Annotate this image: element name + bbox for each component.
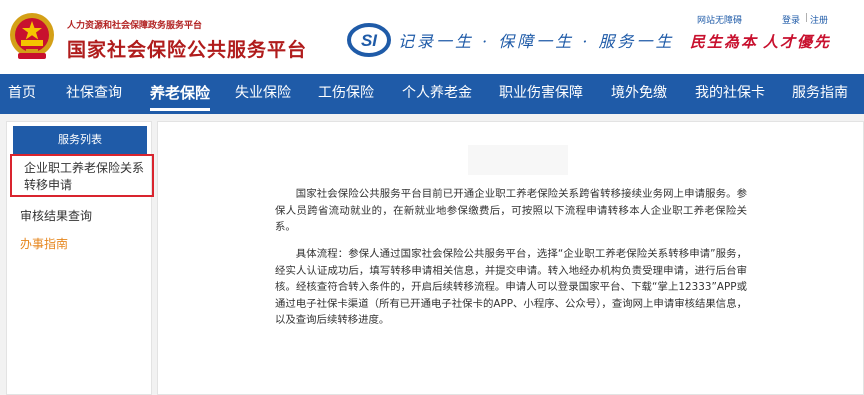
intro-paragraph: 国家社会保险公共服务平台目前已开通企业职工养老保险关系跨省转移接续业务网上申请服… [275, 188, 747, 233]
nav-item-work-injury-insurance[interactable]: 工伤保险 [318, 74, 374, 114]
sidebar-item-pension-transfer-application[interactable]: 企业职工养老保险关系转移申请 [10, 154, 154, 197]
sidebar-item-service-guide[interactable]: 办事指南 [20, 235, 68, 252]
site-title[interactable]: 国家社会保险公共服务平台 [67, 35, 307, 62]
slogan: 记录一生 · 保障一生 · 服务一生 [398, 32, 675, 51]
sidebar-heading: 服务列表 [13, 126, 147, 154]
nav-item-overseas-exemption[interactable]: 境外免缴 [611, 74, 667, 114]
content-panel: 国家社会保险公共服务平台目前已开通企业职工养老保险关系跨省转移接续业务网上申请服… [157, 121, 864, 395]
content-banner-placeholder [468, 145, 568, 175]
nav-item-social-insurance-query[interactable]: 社保查询 [66, 74, 122, 114]
nav-item-home[interactable]: 首页 [8, 74, 36, 114]
nav-item-unemployment-insurance[interactable]: 失业保险 [235, 74, 291, 114]
site-header: 人力资源和社会保障政务服务平台 国家社会保险公共服务平台 SI 记录一生 · 保… [0, 0, 864, 74]
process-paragraph: 具体流程：参保人通过国家社会保险公共服务平台，选择“企业职工养老保险关系转移申请… [275, 248, 747, 326]
si-logo-icon: SI [347, 23, 391, 57]
login-link[interactable]: 登录 [782, 13, 800, 26]
accessibility-link[interactable]: 网站无障碍 [697, 13, 742, 26]
national-emblem-icon [10, 13, 54, 59]
sidebar-item-review-result-query[interactable]: 审核结果查询 [20, 207, 92, 224]
active-nav-underline [150, 108, 211, 111]
nav-item-service-guide[interactable]: 服务指南 [792, 74, 848, 114]
main-nav: 首页 社保查询 养老保险 失业保险 工伤保险 个人养老金 职业伤害保障 境外免缴… [0, 74, 864, 114]
nav-item-occupational-injury[interactable]: 职业伤害保障 [499, 74, 583, 114]
site-subtitle: 人力资源和社会保障政务服务平台 [67, 21, 203, 31]
nav-item-personal-pension[interactable]: 个人养老金 [402, 74, 472, 114]
motto-left: 民生為本 [690, 33, 759, 51]
nav-item-label: 养老保险 [150, 84, 211, 102]
nav-item-my-social-security-card[interactable]: 我的社保卡 [695, 74, 765, 114]
si-logo-text: SI [361, 31, 378, 50]
register-link[interactable]: 注册 [810, 13, 828, 26]
service-sidebar: 服务列表 企业职工养老保险关系转移申请 审核结果查询 办事指南 [6, 121, 154, 395]
link-separator: | [805, 13, 809, 23]
motto-right: 人才優先 [763, 33, 832, 51]
nav-item-pension-insurance[interactable]: 养老保险 [150, 74, 211, 114]
